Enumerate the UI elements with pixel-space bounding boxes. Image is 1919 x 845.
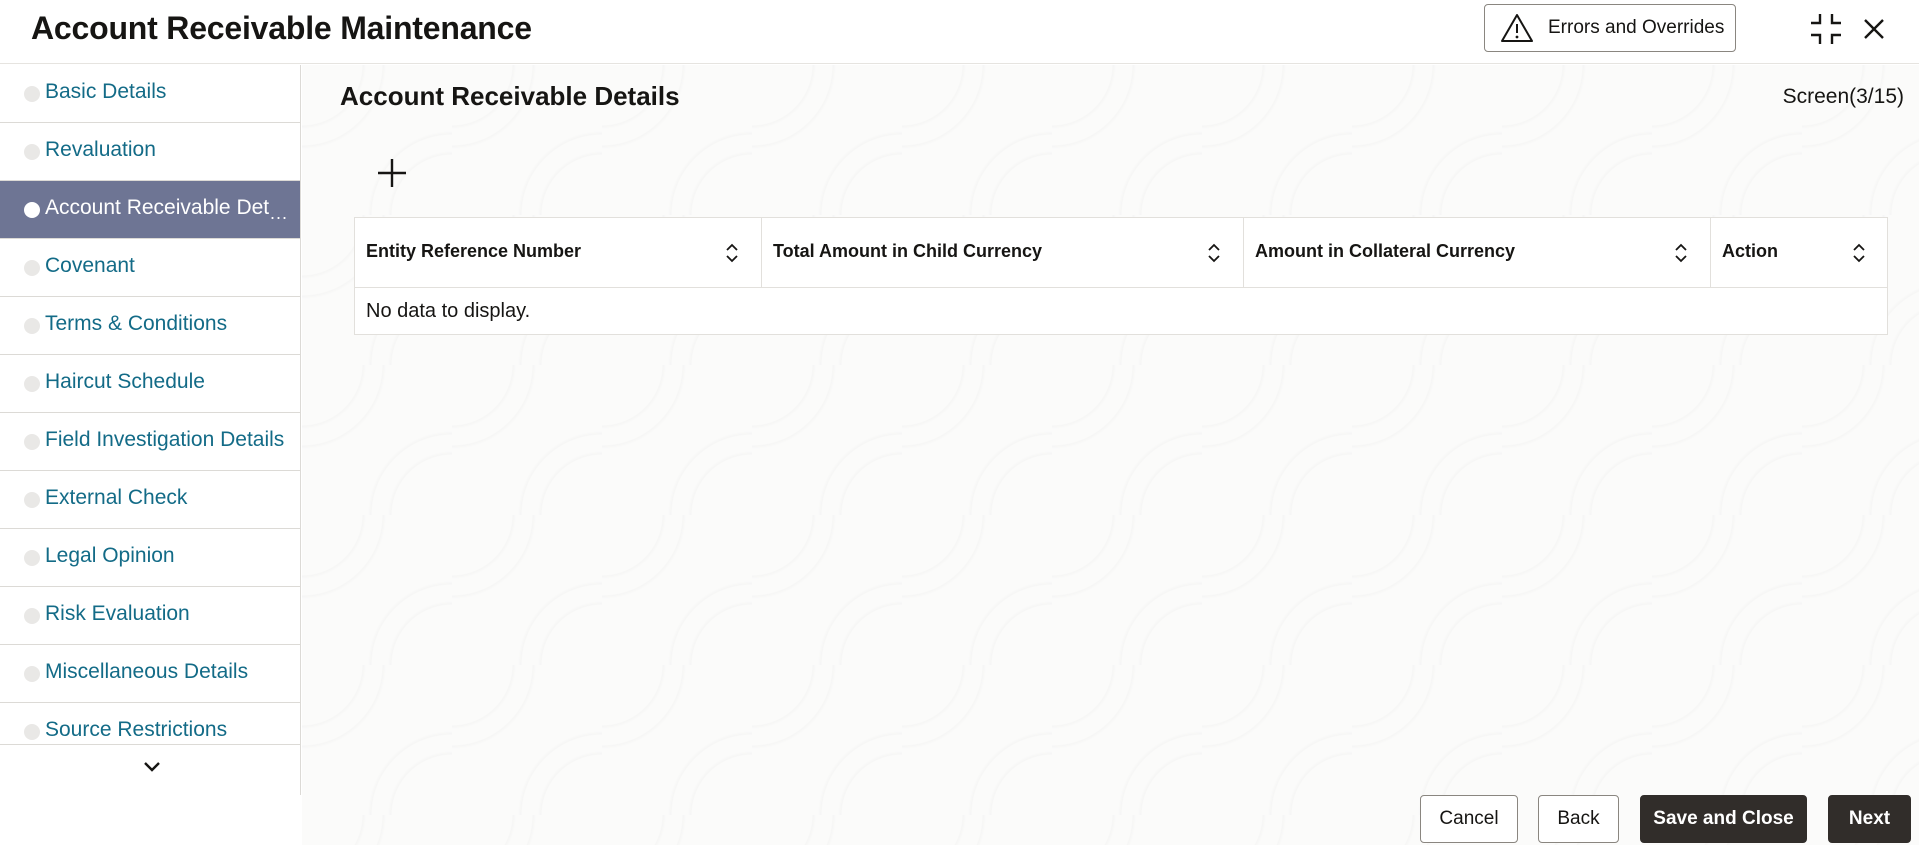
step-dot-icon [24,260,40,276]
cancel-button[interactable]: Cancel [1420,795,1518,843]
chevron-down-icon[interactable] [138,753,166,781]
sidebar-item-label: Legal Opinion [45,544,175,567]
add-icon[interactable] [372,153,412,193]
sort-icon[interactable] [1204,242,1224,264]
column-label: Entity Reference Number [366,241,582,261]
errors-button-label: Errors and Overrides [1548,17,1725,38]
save-and-close-button[interactable]: Save and Close [1640,795,1807,843]
sidebar-item-label: Risk Evaluation [45,602,190,625]
errors-and-overrides-button[interactable]: Errors and Overrides [1484,4,1736,52]
column-label: Total Amount in Child Currency [773,241,1042,261]
back-button[interactable]: Back [1538,795,1619,843]
sidebar-item-label: Basic Details [45,80,167,103]
sidebar-item-legal-opinion[interactable]: Legal Opinion [0,529,300,587]
collapse-window-icon[interactable] [1809,12,1843,46]
table-header: Entity Reference Number Total Amount in … [355,218,1887,288]
sidebar-item-covenant[interactable]: Covenant [0,239,300,297]
page-title: Account Receivable Maintenance [31,10,532,46]
step-dot-icon [24,434,40,450]
account-receivable-table: Entity Reference Number Total Amount in … [354,217,1888,335]
column-label: Action [1722,241,1778,261]
sidebar-item-label: Source Restrictions [45,718,228,741]
step-dot-icon [24,724,40,740]
main-content: Account Receivable Details Screen(3/15) … [302,65,1919,845]
header-bar: Account Receivable Maintenance Errors an… [0,0,1919,64]
sidebar-item-label: Covenant [45,254,135,277]
step-dot-icon [24,666,40,682]
sidebar-item-label: Miscellaneous Details [45,660,249,683]
step-dot-icon [24,318,40,334]
sidebar-item-label: Revaluation [45,138,156,161]
step-dot-icon [24,86,40,102]
sidebar-item-label: Terms & Conditions [45,312,228,335]
next-button[interactable]: Next [1828,795,1911,843]
step-dot-icon [24,202,40,218]
sidebar-item-miscellaneous[interactable]: Miscellaneous Details [0,645,300,703]
section-title: Account Receivable Details [340,81,680,111]
sidebar-nav: Basic Details Revaluation Account Receiv… [0,65,301,795]
step-dot-icon [24,550,40,566]
sort-icon[interactable] [1849,242,1869,264]
column-label: Amount in Collateral Currency [1255,241,1516,261]
step-dot-icon [24,144,40,160]
sidebar-item-haircut-schedule[interactable]: Haircut Schedule [0,355,300,413]
sort-icon[interactable] [722,242,742,264]
step-dot-icon [24,376,40,392]
sidebar-item-risk-evaluation[interactable]: Risk Evaluation [0,587,300,645]
sidebar-item-revaluation[interactable]: Revaluation [0,123,300,181]
step-dot-icon [24,492,40,508]
sidebar-item-field-investigation[interactable]: Field Investigation Details [0,413,300,471]
more-icon[interactable]: ... [270,203,288,224]
sidebar-item-account-receivable-details[interactable]: Account Receivable Det ... [0,181,300,239]
sidebar-item-label: External Check [45,486,188,509]
empty-table-message: No data to display. [366,300,531,322]
screen-indicator: Screen(3/15) [1782,85,1904,108]
column-header-entity-reference[interactable]: Entity Reference Number [355,218,762,288]
sidebar-item-external-check[interactable]: External Check [0,471,300,529]
sort-icon[interactable] [1671,242,1691,264]
sidebar-item-label: Account Receivable Det [45,196,270,219]
warning-icon [1501,14,1533,42]
sidebar-item-source-restrictions[interactable]: Source Restrictions [0,703,300,745]
sidebar-item-label: Field Investigation Details [45,428,285,451]
close-icon[interactable] [1857,12,1891,46]
column-header-action[interactable]: Action [1711,218,1889,288]
column-header-amount-collateral[interactable]: Amount in Collateral Currency [1244,218,1711,288]
sidebar-item-label: Haircut Schedule [45,370,205,393]
sidebar-item-basic-details[interactable]: Basic Details [0,65,300,123]
step-dot-icon [24,608,40,624]
column-header-total-amount-child[interactable]: Total Amount in Child Currency [762,218,1244,288]
sidebar-item-terms-conditions[interactable]: Terms & Conditions [0,297,300,355]
